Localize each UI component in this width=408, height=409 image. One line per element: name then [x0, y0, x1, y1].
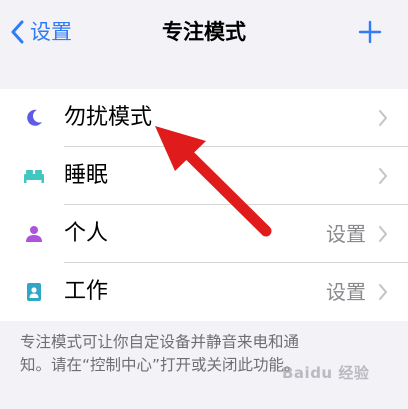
focus-row-do-not-disturb[interactable]: 勿扰模式 [0, 89, 408, 147]
chevron-right-icon [379, 168, 387, 184]
focus-row-value: 设置 [326, 222, 366, 246]
bed-icon [23, 165, 45, 187]
focus-row-label: 睡眠 [64, 163, 109, 188]
navigation-bar: 设置 专注模式 [0, 0, 408, 88]
footer-line: 专注模式可让你自定设备并静音来电和通 [20, 333, 300, 351]
chevron-right-icon [379, 284, 387, 300]
person-icon [23, 223, 45, 245]
add-button[interactable] [356, 18, 384, 46]
focus-row-personal[interactable]: 个人 设置 [0, 205, 408, 263]
focus-modes-list: 勿扰模式 睡眠 个人 设置 工作 设置 [0, 89, 408, 321]
focus-row-value: 设置 [326, 280, 366, 304]
focus-row-sleep[interactable]: 睡眠 [0, 147, 408, 205]
plus-icon [358, 20, 382, 44]
focus-row-label: 个人 [64, 221, 109, 246]
focus-row-label: 工作 [64, 279, 109, 304]
moon-icon [23, 107, 45, 129]
id-badge-icon [23, 281, 45, 303]
chevron-right-icon [379, 226, 387, 242]
chevron-right-icon [379, 110, 387, 126]
page-title: 专注模式 [162, 20, 246, 44]
focus-row-work[interactable]: 工作 设置 [0, 263, 408, 321]
watermark: Baidu 经验 [282, 364, 370, 382]
focus-row-label: 勿扰模式 [64, 105, 153, 130]
